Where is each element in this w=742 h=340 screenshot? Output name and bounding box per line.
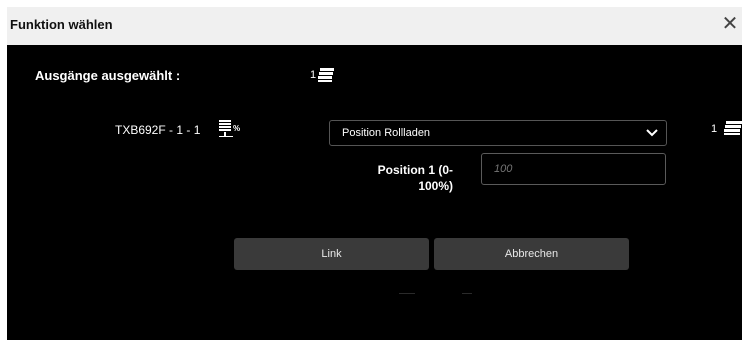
dialog-titlebar: Funktion wählen ✕: [7, 7, 742, 45]
shutter-percent-icon: %: [219, 120, 240, 137]
svg-text:%: %: [233, 124, 240, 133]
function-dialog: Funktion wählen ✕ Ausgänge ausgewählt : …: [7, 7, 742, 340]
chevron-down-icon: [646, 129, 658, 137]
cancel-button[interactable]: Abbrechen: [434, 238, 629, 270]
output-stack-icon-right: [724, 121, 742, 135]
position-label-line2: 100%): [418, 179, 453, 193]
position-input[interactable]: [481, 153, 666, 185]
faint-divider: [462, 293, 472, 294]
right-output-count: 1: [711, 123, 718, 135]
position-label-line1: Position 1 (0-: [377, 163, 453, 177]
function-select[interactable]: Position Rollladen: [329, 120, 667, 146]
selected-outputs-label: Ausgänge ausgewählt :: [35, 68, 181, 83]
function-select-value: Position Rollladen: [342, 127, 431, 139]
dialog-title: Funktion wählen: [10, 17, 113, 32]
link-button[interactable]: Link: [234, 238, 429, 270]
device-label: TXB692F - 1 - 1: [115, 123, 201, 137]
output-stack-icon: [318, 68, 334, 82]
close-icon[interactable]: ✕: [720, 12, 740, 36]
selected-outputs-count: 1: [310, 69, 317, 81]
position-label: Position 1 (0- 100%): [337, 162, 453, 194]
faint-divider: [399, 293, 415, 294]
